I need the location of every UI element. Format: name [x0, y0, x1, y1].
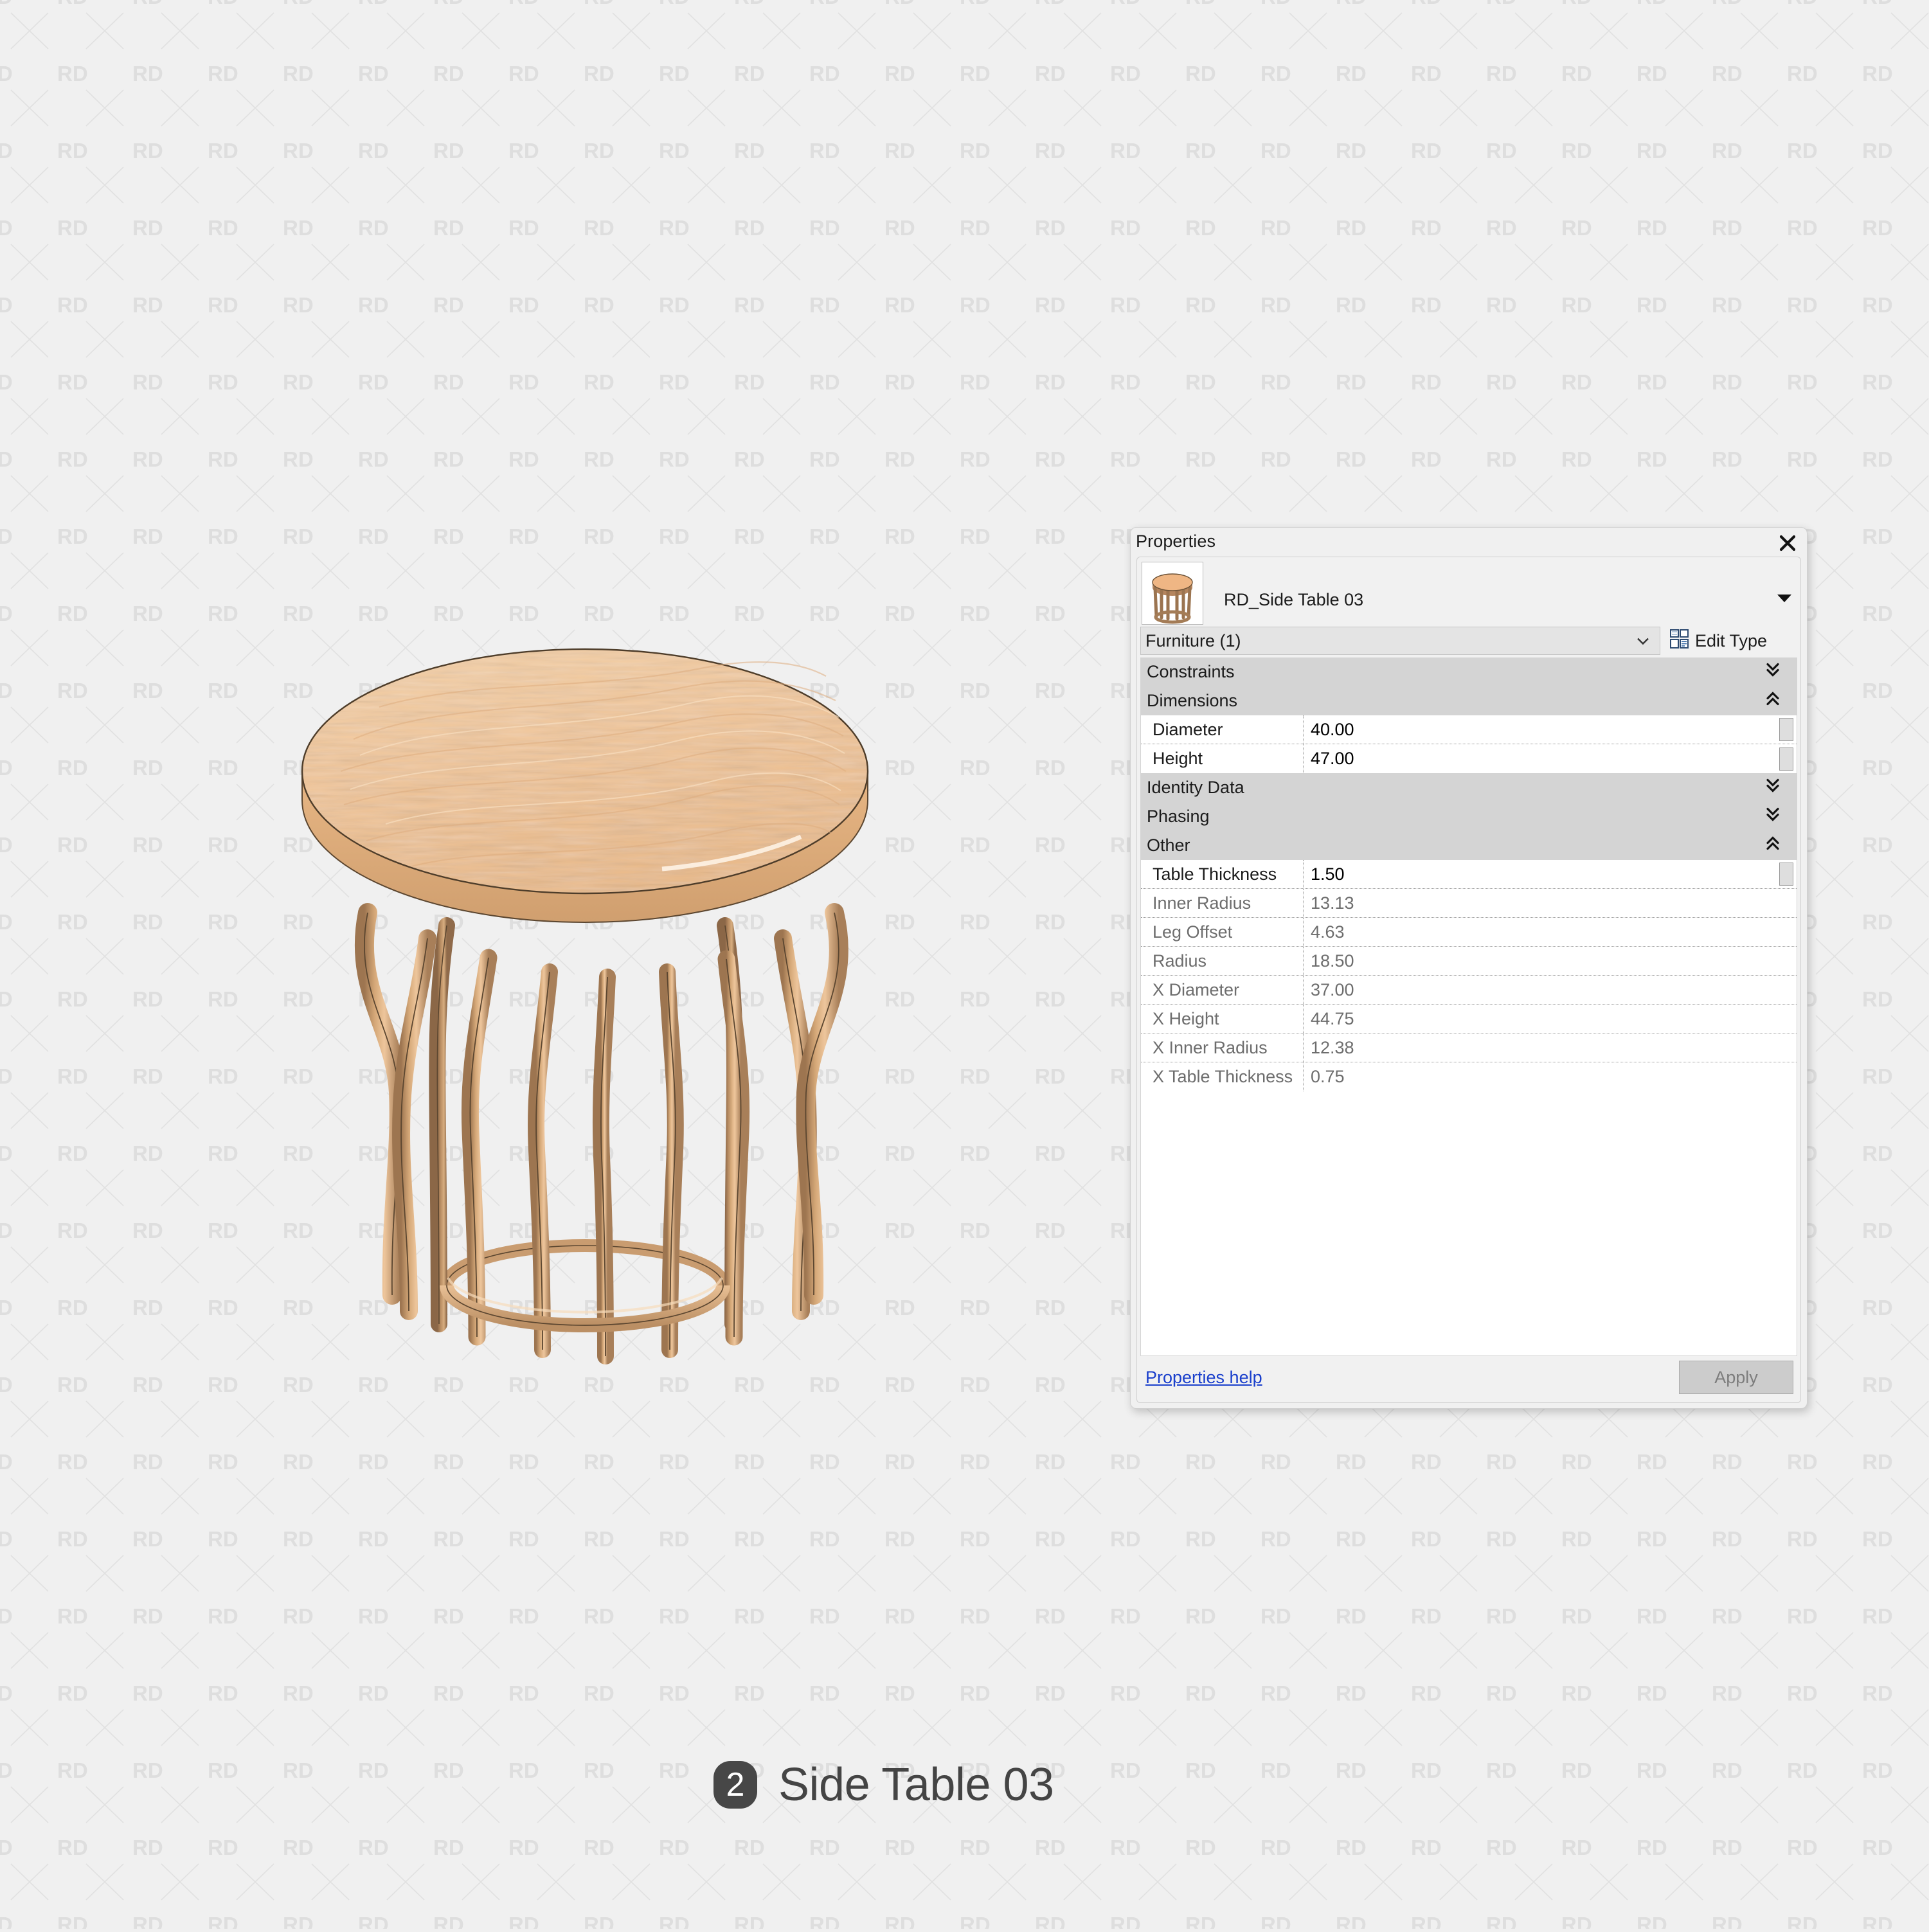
property-row[interactable]: X Inner Radius 12.38: [1141, 1033, 1797, 1062]
property-group-label: Phasing: [1147, 807, 1210, 826]
property-value-field[interactable]: 12.38: [1303, 1033, 1779, 1062]
caption: 2 Side Table 03: [713, 1758, 1054, 1811]
panel-title: Properties: [1136, 532, 1216, 551]
property-value-field[interactable]: 4.63: [1303, 918, 1779, 946]
properties-titlebar: Properties: [1131, 528, 1807, 559]
property-row[interactable]: X Diameter 37.00: [1141, 976, 1797, 1005]
property-group-header[interactable]: Constraints: [1141, 657, 1797, 686]
double-chevron-down-icon[interactable]: [1766, 776, 1780, 799]
property-value-field[interactable]: 44.75: [1303, 1005, 1779, 1033]
property-value-field[interactable]: 47.00: [1303, 744, 1779, 773]
chevron-down-icon: [1635, 631, 1651, 651]
property-group-header[interactable]: Phasing: [1141, 802, 1797, 831]
model-viewport[interactable]: [0, 0, 1131, 1671]
caption-title: Side Table 03: [778, 1759, 1054, 1811]
property-value-field[interactable]: 18.50: [1303, 947, 1779, 975]
property-stepper-button[interactable]: [1779, 747, 1793, 771]
property-group-header[interactable]: Other: [1141, 831, 1797, 860]
property-grid[interactable]: Constraints Dimensions Diameter 40.00 Height…: [1140, 657, 1797, 1356]
edit-type-label: Edit Type: [1695, 631, 1768, 650]
chevron-down-icon[interactable]: [1777, 595, 1791, 602]
category-label: Furniture (1): [1145, 631, 1241, 650]
property-grid-empty-area: [1141, 1091, 1797, 1355]
property-stepper-button[interactable]: [1779, 863, 1793, 886]
property-group-header[interactable]: Dimensions: [1141, 686, 1797, 715]
properties-help-link[interactable]: Properties help: [1145, 1368, 1262, 1388]
category-select[interactable]: Furniture (1): [1140, 627, 1660, 655]
property-row[interactable]: Diameter 40.00: [1141, 715, 1797, 744]
edit-type-icon: [1669, 629, 1690, 654]
property-label: X Height: [1153, 1008, 1219, 1028]
edit-type-button[interactable]: Edit Type: [1660, 627, 1800, 655]
double-chevron-down-icon[interactable]: [1766, 661, 1780, 683]
double-chevron-up-icon[interactable]: [1766, 690, 1780, 712]
property-group-label: Constraints: [1147, 662, 1235, 681]
apply-button[interactable]: Apply: [1679, 1361, 1793, 1394]
side-table-thumbnail-icon: [1142, 562, 1203, 625]
property-stepper-button[interactable]: [1779, 718, 1793, 741]
property-label: Table Thickness: [1153, 864, 1277, 884]
property-row[interactable]: Leg Offset 4.63: [1141, 918, 1797, 947]
property-row[interactable]: Inner Radius 13.13: [1141, 889, 1797, 918]
property-row[interactable]: Table Thickness 1.50: [1141, 860, 1797, 889]
double-chevron-up-icon[interactable]: [1766, 834, 1780, 857]
type-name-label: RD_Side Table 03: [1224, 590, 1364, 609]
property-group-label: Dimensions: [1147, 691, 1238, 710]
property-label: Diameter: [1153, 719, 1223, 739]
property-label: Radius: [1153, 951, 1207, 970]
properties-body: RD_Side Table 03 Furniture (1) Edit Type…: [1136, 557, 1801, 1403]
property-value-field[interactable]: 13.13: [1303, 889, 1779, 917]
property-row[interactable]: X Table Thickness 0.75: [1141, 1062, 1797, 1091]
property-group-label: Identity Data: [1147, 778, 1244, 797]
property-row[interactable]: Radius 18.50: [1141, 947, 1797, 976]
type-selector[interactable]: RD_Side Table 03: [1137, 557, 1800, 627]
property-group-header[interactable]: Identity Data: [1141, 773, 1797, 802]
properties-palette[interactable]: Properties RD_Side Table 03 Furniture (1…: [1130, 527, 1808, 1409]
panel-footer: Properties help Apply: [1140, 1356, 1797, 1399]
property-row[interactable]: X Height 44.75: [1141, 1005, 1797, 1033]
close-icon[interactable]: [1775, 530, 1800, 556]
caption-badge: 2: [713, 1761, 757, 1809]
property-label: Leg Offset: [1153, 922, 1233, 942]
property-row[interactable]: Height 47.00: [1141, 744, 1797, 773]
property-label: X Diameter: [1153, 979, 1240, 999]
category-row: Furniture (1) Edit Type: [1137, 627, 1800, 655]
property-label: X Inner Radius: [1153, 1037, 1268, 1057]
property-value-field[interactable]: 40.00: [1303, 715, 1779, 744]
double-chevron-down-icon[interactable]: [1766, 805, 1780, 828]
side-table-3d-render: [283, 578, 887, 1427]
property-value-field[interactable]: 37.00: [1303, 976, 1779, 1004]
caption-badge-number: 2: [726, 1766, 745, 1803]
property-label: Height: [1153, 749, 1203, 768]
property-value-field[interactable]: 1.50: [1303, 860, 1779, 888]
property-value-field[interactable]: 0.75: [1303, 1062, 1779, 1091]
apply-label: Apply: [1714, 1367, 1758, 1387]
property-label: X Table Thickness: [1153, 1067, 1293, 1086]
property-label: Inner Radius: [1153, 893, 1252, 913]
property-group-label: Other: [1147, 836, 1190, 855]
